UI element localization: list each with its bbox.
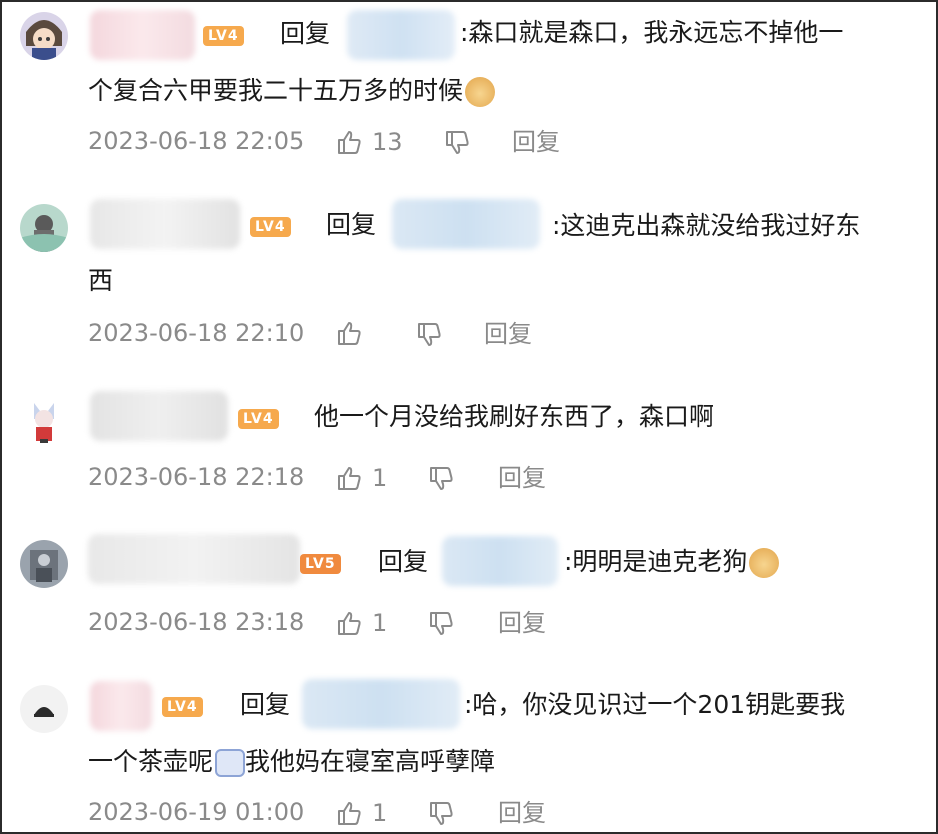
comment-text: :哈，你没见识过一个201钥匙要我	[464, 690, 846, 719]
reply-prefix: 回复	[240, 690, 291, 719]
reply-label: 回复	[498, 799, 546, 827]
level-badge: LV4	[238, 409, 279, 429]
reply-label: 回复	[512, 128, 560, 156]
timestamp: 2023-06-18 22:10	[88, 319, 305, 347]
reply-prefix: 回复	[326, 210, 377, 239]
blurred-reply-target[interactable]	[442, 536, 558, 586]
comment-text: 他一个月没给我刷好东西了，森口啊	[314, 402, 715, 431]
thumbs-up-icon	[338, 322, 361, 345]
avatar[interactable]	[20, 685, 68, 733]
blurred-reply-target[interactable]	[392, 199, 540, 249]
thumbs-down-icon	[446, 131, 469, 154]
comment-meta: 2023-06-19 01:00 1 回复	[88, 795, 688, 829]
comment-list: LV4 回复 :森口就是森口，我永远忘不掉他一 个复合六甲要我二十五万多的时候 …	[0, 0, 938, 834]
dislike-button[interactable]	[428, 466, 454, 492]
dislike-button[interactable]	[444, 130, 470, 156]
thumbs-down-icon	[430, 467, 453, 490]
like-count: 1	[372, 464, 388, 492]
reply-button[interactable]: 回复	[498, 464, 546, 492]
thumbs-up-icon	[338, 467, 361, 490]
blurred-username[interactable]	[90, 199, 240, 249]
comment-meta: 2023-06-18 22:18 1 回复	[88, 460, 688, 494]
blurred-reply-target[interactable]	[347, 10, 455, 60]
avatar[interactable]	[20, 12, 68, 60]
like-button[interactable]: 1	[336, 609, 387, 637]
doge-emoji-icon	[465, 77, 496, 107]
blurred-username[interactable]	[88, 534, 300, 584]
reply-button[interactable]: 回复	[484, 320, 532, 348]
level-badge: LV4	[203, 26, 244, 46]
level-badge: LV4	[250, 217, 291, 237]
like-button[interactable]	[336, 320, 362, 346]
like-button[interactable]: 1	[336, 799, 387, 827]
comment-meta: 2023-06-18 22:10 回复	[88, 316, 688, 350]
level-badge: LV4	[162, 697, 203, 717]
timestamp: 2023-06-19 01:00	[88, 798, 305, 826]
blurred-username[interactable]	[90, 10, 195, 60]
avatar[interactable]	[20, 204, 68, 252]
blurred-username[interactable]	[90, 681, 152, 731]
thumbs-down-icon	[430, 612, 453, 635]
comment-text-continued: 一个茶壶呢 我他妈在寝室高呼孽障	[88, 747, 496, 777]
comment-meta: 2023-06-18 22:05 13 回复	[88, 124, 688, 158]
thumbs-up-icon	[338, 612, 361, 635]
comment-text-continued: 西	[88, 266, 114, 295]
timestamp: 2023-06-18 23:18	[88, 608, 305, 636]
reply-label: 回复	[484, 320, 532, 348]
comment-text-continued: 个复合六甲要我二十五万多的时候	[88, 62, 916, 120]
like-count: 1	[372, 799, 388, 827]
thumbs-up-icon	[338, 131, 361, 154]
reply-label: 回复	[498, 464, 546, 492]
like-count: 1	[372, 609, 388, 637]
dislike-button[interactable]	[428, 611, 454, 637]
tv-emoji-icon	[215, 749, 246, 777]
like-button[interactable]: 13	[336, 128, 403, 156]
like-count: 13	[372, 128, 403, 156]
comment-text: :这迪克出森就没给我过好东	[552, 211, 861, 240]
comment-text: :森口就是森口，我永远忘不掉他一	[460, 18, 844, 47]
thumbs-down-icon	[418, 323, 441, 346]
avatar[interactable]	[20, 540, 68, 588]
thumbs-up-icon	[338, 802, 361, 825]
reply-button[interactable]: 回复	[512, 128, 560, 156]
doge-emoji-icon	[749, 548, 780, 578]
comment-meta: 2023-06-18 23:18 1 回复	[88, 605, 688, 639]
reply-prefix: 回复	[280, 19, 331, 48]
like-button[interactable]: 1	[336, 464, 387, 492]
reply-button[interactable]: 回复	[498, 609, 546, 637]
dislike-button[interactable]	[428, 801, 454, 827]
reply-button[interactable]: 回复	[498, 799, 546, 827]
comment-text: :明明是迪克老狗	[564, 533, 916, 591]
dislike-button[interactable]	[416, 322, 442, 348]
level-badge: LV5	[300, 554, 341, 574]
avatar[interactable]	[20, 397, 68, 445]
timestamp: 2023-06-18 22:18	[88, 463, 305, 491]
blurred-username[interactable]	[90, 391, 228, 441]
thumbs-down-icon	[430, 802, 453, 825]
timestamp: 2023-06-18 22:05	[88, 127, 305, 155]
reply-prefix: 回复	[378, 547, 429, 576]
reply-label: 回复	[498, 609, 546, 637]
blurred-reply-target[interactable]	[302, 679, 460, 729]
